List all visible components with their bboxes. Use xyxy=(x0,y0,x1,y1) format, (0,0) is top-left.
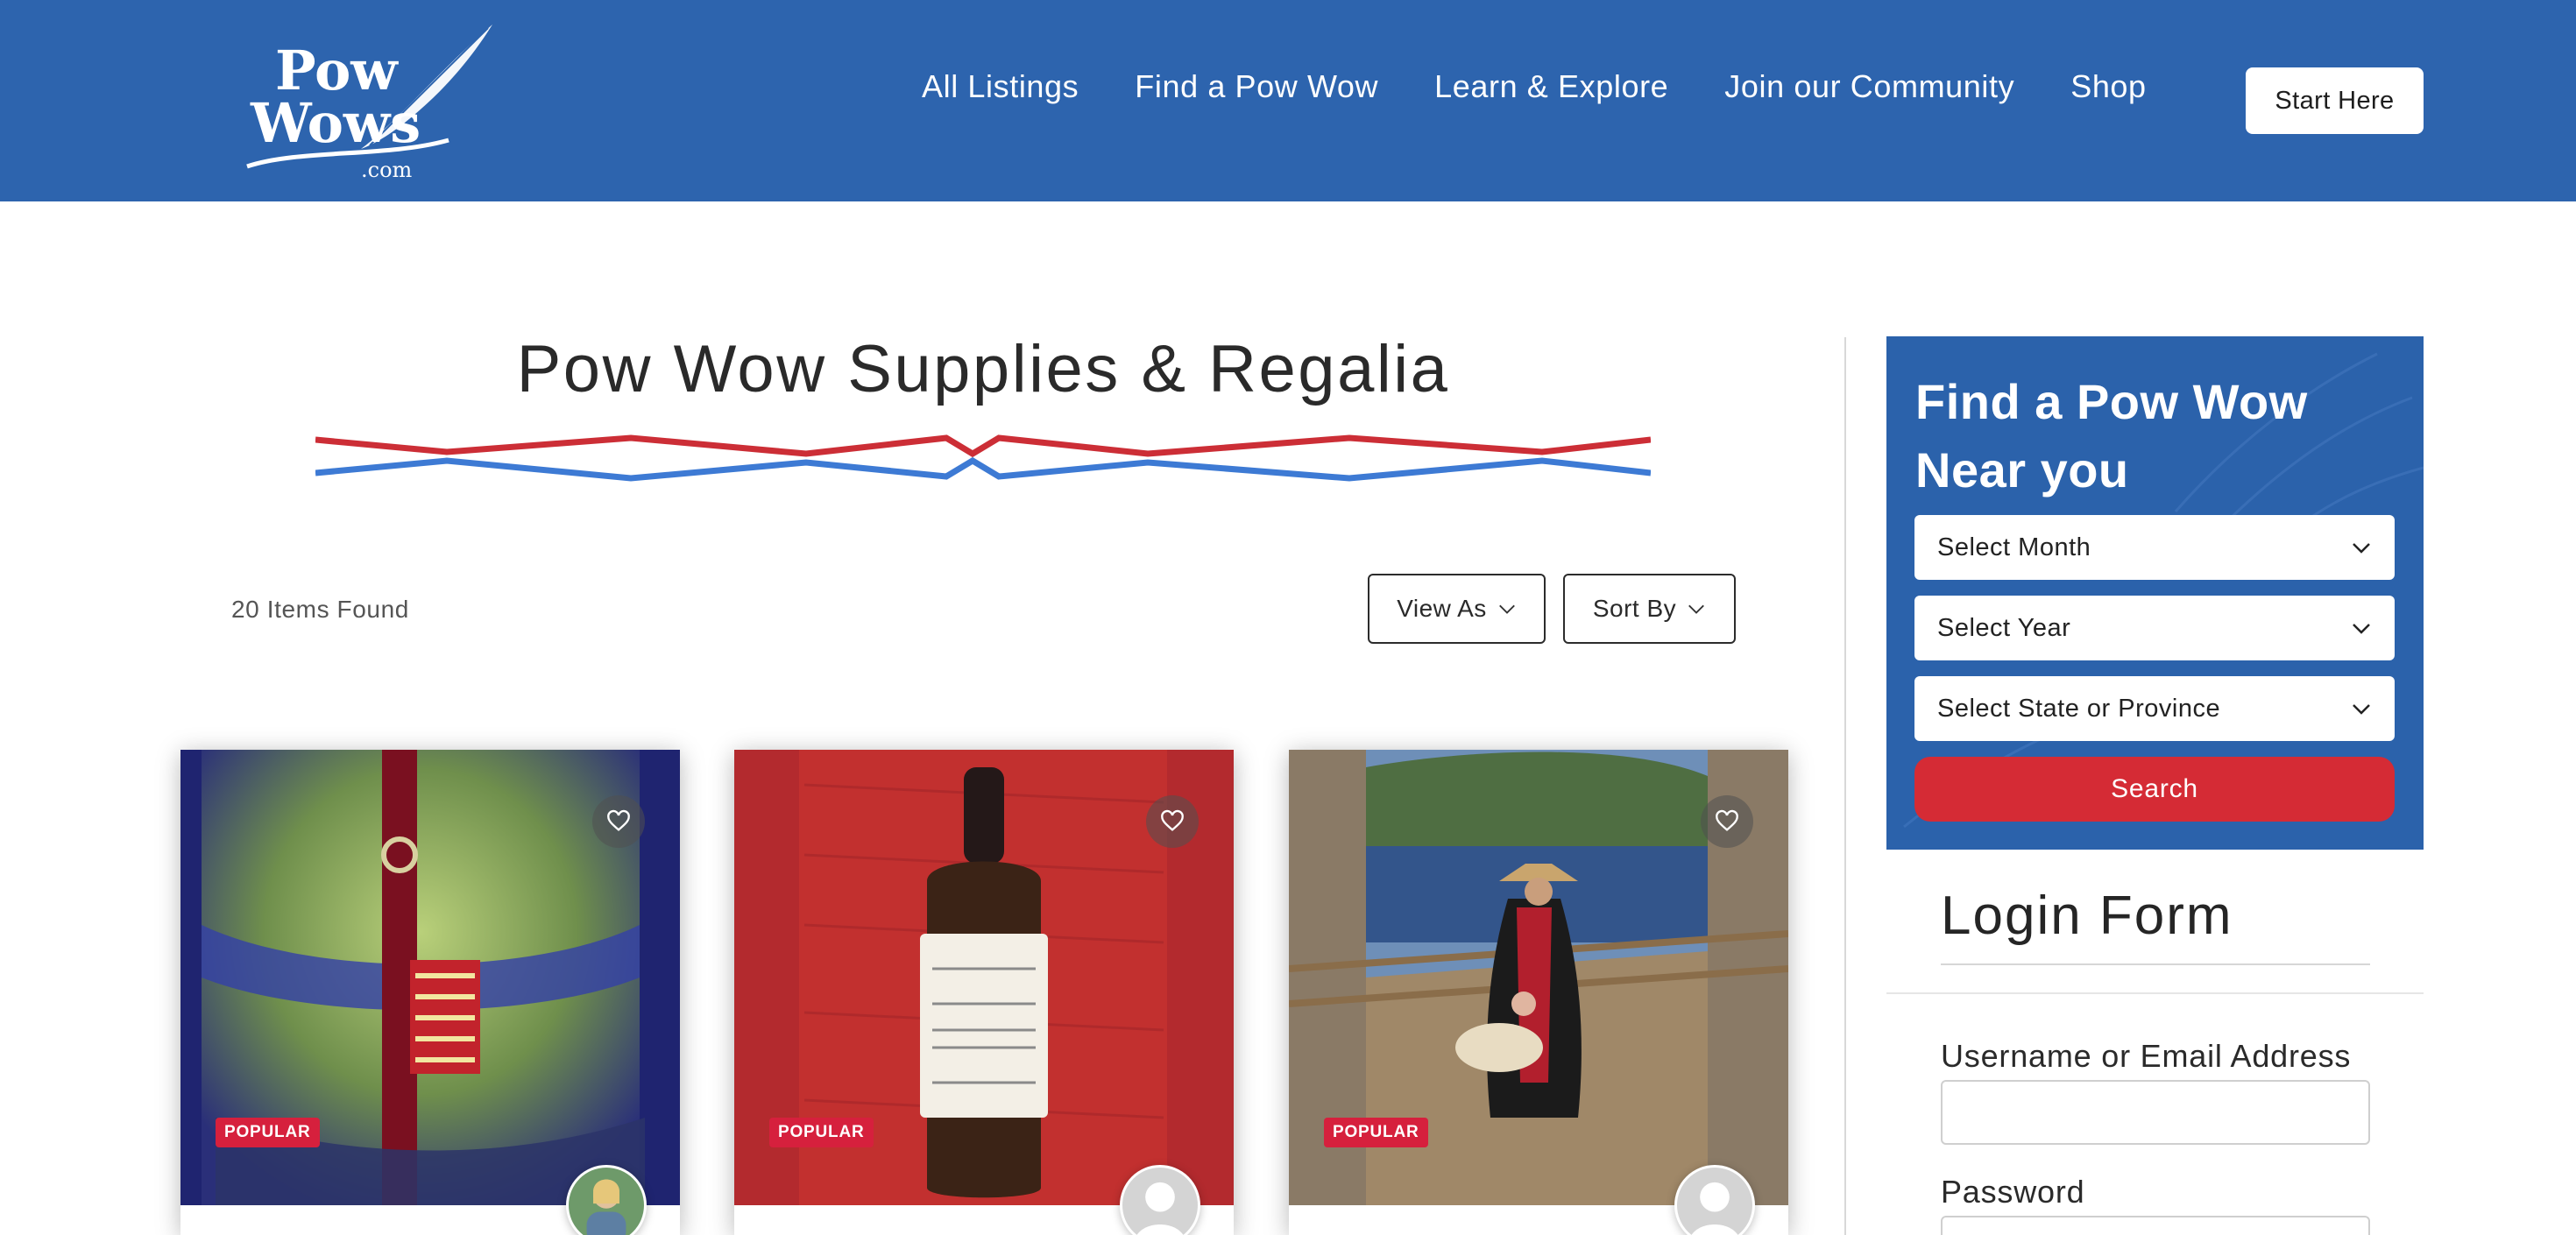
chevron-down-icon xyxy=(2353,543,2370,554)
select-year-dropdown[interactable]: Select Year xyxy=(1914,596,2395,660)
heart-icon xyxy=(1716,809,1738,831)
popular-badge: POPULAR xyxy=(1324,1118,1428,1147)
sort-by-label: Sort By xyxy=(1592,595,1677,622)
heart-icon xyxy=(1161,809,1184,831)
login-form-title: Login Form xyxy=(1941,886,2233,946)
nav-learn-explore[interactable]: Learn & Explore xyxy=(1434,68,1668,105)
password-label: Password xyxy=(1941,1174,2085,1210)
login-separator xyxy=(1886,992,2424,994)
popular-badge: POPULAR xyxy=(769,1118,874,1147)
chevron-down-icon xyxy=(1688,604,1705,614)
chevron-down-icon xyxy=(1498,604,1515,614)
svg-text:Wows: Wows xyxy=(250,91,421,155)
page-title: Pow Wow Supplies & Regalia xyxy=(516,332,1450,406)
select-state-label: Select State or Province xyxy=(1937,694,2221,723)
find-pow-wow-widget: Find a Pow Wow Near you Select Month Sel… xyxy=(1886,336,2424,850)
select-month-dropdown[interactable]: Select Month xyxy=(1914,515,2395,580)
items-found-count: 20 Items Found xyxy=(231,596,409,623)
powwows-logo[interactable]: Pow Wows .com xyxy=(230,18,501,184)
select-year-label: Select Year xyxy=(1937,613,2071,642)
listing-card[interactable]: POPULAR xyxy=(734,750,1234,1235)
logo-feather-icon: Pow Wows .com xyxy=(246,25,492,182)
favorite-button[interactable] xyxy=(1146,795,1199,848)
password-input[interactable] xyxy=(1941,1216,2370,1235)
favorite-button[interactable] xyxy=(592,795,645,848)
select-month-label: Select Month xyxy=(1937,533,2091,561)
view-as-label: View As xyxy=(1397,595,1487,622)
nav-all-listings[interactable]: All Listings xyxy=(922,68,1079,105)
popular-badge: POPULAR xyxy=(216,1118,320,1147)
chevron-down-icon xyxy=(2353,704,2370,715)
search-button[interactable]: Search xyxy=(1914,757,2395,822)
nav-join-community[interactable]: Join our Community xyxy=(1724,68,2014,105)
start-here-button[interactable]: Start Here xyxy=(2246,67,2424,134)
nav-find-pow-wow[interactable]: Find a Pow Wow xyxy=(1135,68,1378,105)
chevron-down-icon xyxy=(2353,624,2370,634)
username-label: Username or Email Address xyxy=(1941,1038,2352,1074)
title-divider-zigzag xyxy=(315,434,1651,482)
heart-icon xyxy=(607,809,630,831)
view-as-dropdown[interactable]: View As xyxy=(1368,574,1546,644)
listing-card[interactable]: POPULAR xyxy=(180,750,680,1235)
username-input[interactable] xyxy=(1941,1080,2370,1145)
nav-shop[interactable]: Shop xyxy=(2070,68,2146,105)
favorite-button[interactable] xyxy=(1701,795,1753,848)
select-state-dropdown[interactable]: Select State or Province xyxy=(1914,676,2395,741)
listing-card[interactable]: POPULAR xyxy=(1289,750,1788,1235)
login-title-underline xyxy=(1941,963,2370,965)
svg-text:.com: .com xyxy=(361,158,413,182)
user-placeholder-icon xyxy=(1677,1168,1752,1235)
sort-by-dropdown[interactable]: Sort By xyxy=(1563,574,1736,644)
sidebar-divider xyxy=(1844,337,1846,1235)
main-nav: All Listings Find a Pow Wow Learn & Expl… xyxy=(922,68,2147,105)
user-placeholder-icon xyxy=(1122,1168,1198,1235)
site-header: Pow Wows .com All Listings Find a Pow Wo… xyxy=(0,0,2576,201)
finder-title: Find a Pow Wow Near you xyxy=(1915,374,2308,498)
